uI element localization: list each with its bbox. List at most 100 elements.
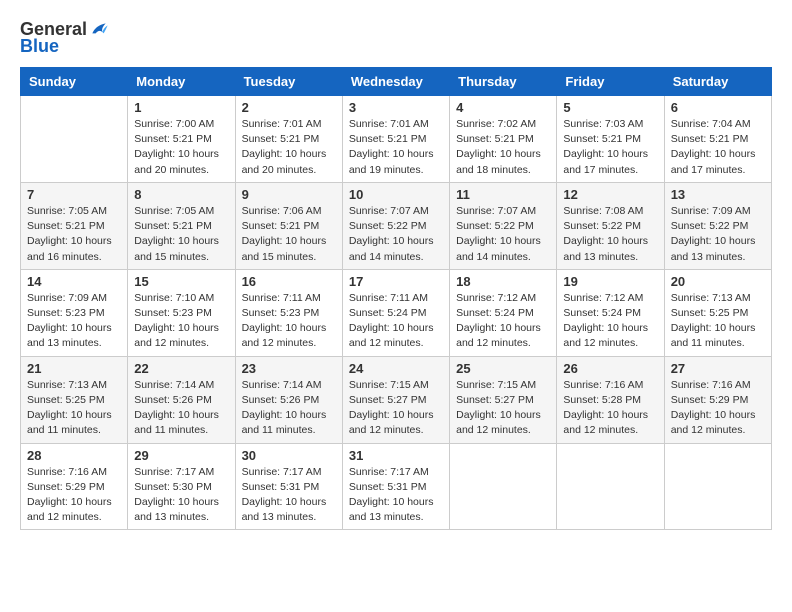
- day-info: Sunrise: 7:05 AM Sunset: 5:21 PM Dayligh…: [134, 204, 228, 265]
- day-number: 12: [563, 187, 657, 202]
- day-info: Sunrise: 7:01 AM Sunset: 5:21 PM Dayligh…: [349, 117, 443, 178]
- day-info: Sunrise: 7:14 AM Sunset: 5:26 PM Dayligh…: [134, 378, 228, 439]
- day-number: 9: [242, 187, 336, 202]
- day-number: 15: [134, 274, 228, 289]
- day-number: 19: [563, 274, 657, 289]
- calendar-cell: [450, 443, 557, 530]
- calendar-cell: 27 Sunrise: 7:16 AM Sunset: 5:29 PM Dayli…: [664, 356, 771, 443]
- day-info: Sunrise: 7:08 AM Sunset: 5:22 PM Dayligh…: [563, 204, 657, 265]
- day-info: Sunrise: 7:14 AM Sunset: 5:26 PM Dayligh…: [242, 378, 336, 439]
- day-number: 6: [671, 100, 765, 115]
- day-info: Sunrise: 7:12 AM Sunset: 5:24 PM Dayligh…: [456, 291, 550, 352]
- calendar-cell: 2Sunrise: 7:01 AM Sunset: 5:21 PM Daylig…: [235, 96, 342, 183]
- day-info: Sunrise: 7:02 AM Sunset: 5:21 PM Dayligh…: [456, 117, 550, 178]
- day-info: Sunrise: 7:17 AM Sunset: 5:31 PM Dayligh…: [349, 465, 443, 526]
- calendar-cell: 24 Sunrise: 7:15 AM Sunset: 5:27 PM Dayli…: [342, 356, 449, 443]
- day-number: 29: [134, 448, 228, 463]
- calendar-cell: 16Sunrise: 7:11 AM Sunset: 5:23 PM Dayli…: [235, 269, 342, 356]
- day-info: Sunrise: 7:16 AM Sunset: 5:29 PM Dayligh…: [27, 465, 121, 526]
- day-number: 3: [349, 100, 443, 115]
- day-info: Sunrise: 7:06 AM Sunset: 5:21 PM Dayligh…: [242, 204, 336, 265]
- calendar-cell: 17 Sunrise: 7:11 AM Sunset: 5:24 PM Dayli…: [342, 269, 449, 356]
- calendar-cell: [557, 443, 664, 530]
- logo: General Blue: [20, 20, 109, 57]
- day-info: Sunrise: 7:15 AM Sunset: 5:27 PM Dayligh…: [349, 378, 443, 439]
- weekday-header-thursday: Thursday: [450, 68, 557, 96]
- day-number: 2: [242, 100, 336, 115]
- day-number: 23: [242, 361, 336, 376]
- day-number: 13: [671, 187, 765, 202]
- day-number: 5: [563, 100, 657, 115]
- day-number: 14: [27, 274, 121, 289]
- day-number: 18: [456, 274, 550, 289]
- calendar-week-row: 21 Sunrise: 7:13 AM Sunset: 5:25 PM Dayli…: [21, 356, 772, 443]
- calendar-cell: 6 Sunrise: 7:04 AM Sunset: 5:21 PM Daylig…: [664, 96, 771, 183]
- day-number: 27: [671, 361, 765, 376]
- day-info: Sunrise: 7:13 AM Sunset: 5:25 PM Dayligh…: [671, 291, 765, 352]
- day-number: 10: [349, 187, 443, 202]
- calendar-cell: 22 Sunrise: 7:14 AM Sunset: 5:26 PM Dayli…: [128, 356, 235, 443]
- day-number: 16: [242, 274, 336, 289]
- day-number: 8: [134, 187, 228, 202]
- calendar-header-row: SundayMondayTuesdayWednesdayThursdayFrid…: [21, 68, 772, 96]
- page-header: General Blue: [20, 20, 772, 57]
- day-info: Sunrise: 7:12 AM Sunset: 5:24 PM Dayligh…: [563, 291, 657, 352]
- calendar-cell: 23 Sunrise: 7:14 AM Sunset: 5:26 PM Dayli…: [235, 356, 342, 443]
- calendar-week-row: 1 Sunrise: 7:00 AM Sunset: 5:21 PM Daylig…: [21, 96, 772, 183]
- calendar-cell: 28 Sunrise: 7:16 AM Sunset: 5:29 PM Dayli…: [21, 443, 128, 530]
- calendar-cell: 31 Sunrise: 7:17 AM Sunset: 5:31 PM Dayli…: [342, 443, 449, 530]
- weekday-header-monday: Monday: [128, 68, 235, 96]
- day-info: Sunrise: 7:07 AM Sunset: 5:22 PM Dayligh…: [349, 204, 443, 265]
- calendar-cell: 9 Sunrise: 7:06 AM Sunset: 5:21 PM Daylig…: [235, 182, 342, 269]
- calendar-cell: 7Sunrise: 7:05 AM Sunset: 5:21 PM Daylig…: [21, 182, 128, 269]
- day-number: 4: [456, 100, 550, 115]
- calendar-cell: [664, 443, 771, 530]
- calendar-table: SundayMondayTuesdayWednesdayThursdayFrid…: [20, 67, 772, 530]
- calendar-cell: 13 Sunrise: 7:09 AM Sunset: 5:22 PM Dayli…: [664, 182, 771, 269]
- day-info: Sunrise: 7:16 AM Sunset: 5:29 PM Dayligh…: [671, 378, 765, 439]
- calendar-week-row: 28 Sunrise: 7:16 AM Sunset: 5:29 PM Dayli…: [21, 443, 772, 530]
- day-info: Sunrise: 7:17 AM Sunset: 5:31 PM Dayligh…: [242, 465, 336, 526]
- weekday-header-friday: Friday: [557, 68, 664, 96]
- calendar-cell: 4 Sunrise: 7:02 AM Sunset: 5:21 PM Daylig…: [450, 96, 557, 183]
- weekday-header-sunday: Sunday: [21, 68, 128, 96]
- day-number: 30: [242, 448, 336, 463]
- weekday-header-saturday: Saturday: [664, 68, 771, 96]
- day-info: Sunrise: 7:04 AM Sunset: 5:21 PM Dayligh…: [671, 117, 765, 178]
- calendar-cell: 25Sunrise: 7:15 AM Sunset: 5:27 PM Dayli…: [450, 356, 557, 443]
- day-number: 26: [563, 361, 657, 376]
- calendar-week-row: 14Sunrise: 7:09 AM Sunset: 5:23 PM Dayli…: [21, 269, 772, 356]
- day-number: 17: [349, 274, 443, 289]
- calendar-cell: 12 Sunrise: 7:08 AM Sunset: 5:22 PM Dayli…: [557, 182, 664, 269]
- day-info: Sunrise: 7:10 AM Sunset: 5:23 PM Dayligh…: [134, 291, 228, 352]
- calendar-cell: 18 Sunrise: 7:12 AM Sunset: 5:24 PM Dayli…: [450, 269, 557, 356]
- calendar-cell: 3 Sunrise: 7:01 AM Sunset: 5:21 PM Daylig…: [342, 96, 449, 183]
- calendar-cell: 29 Sunrise: 7:17 AM Sunset: 5:30 PM Dayli…: [128, 443, 235, 530]
- calendar-week-row: 7Sunrise: 7:05 AM Sunset: 5:21 PM Daylig…: [21, 182, 772, 269]
- calendar-cell: 26 Sunrise: 7:16 AM Sunset: 5:28 PM Dayli…: [557, 356, 664, 443]
- weekday-header-tuesday: Tuesday: [235, 68, 342, 96]
- day-info: Sunrise: 7:05 AM Sunset: 5:21 PM Dayligh…: [27, 204, 121, 265]
- calendar-cell: 8 Sunrise: 7:05 AM Sunset: 5:21 PM Daylig…: [128, 182, 235, 269]
- day-info: Sunrise: 7:11 AM Sunset: 5:24 PM Dayligh…: [349, 291, 443, 352]
- calendar-cell: 11Sunrise: 7:07 AM Sunset: 5:22 PM Dayli…: [450, 182, 557, 269]
- calendar-cell: [21, 96, 128, 183]
- day-number: 31: [349, 448, 443, 463]
- day-info: Sunrise: 7:00 AM Sunset: 5:21 PM Dayligh…: [134, 117, 228, 178]
- day-number: 20: [671, 274, 765, 289]
- weekday-header-wednesday: Wednesday: [342, 68, 449, 96]
- day-info: Sunrise: 7:17 AM Sunset: 5:30 PM Dayligh…: [134, 465, 228, 526]
- day-info: Sunrise: 7:13 AM Sunset: 5:25 PM Dayligh…: [27, 378, 121, 439]
- day-info: Sunrise: 7:09 AM Sunset: 5:22 PM Dayligh…: [671, 204, 765, 265]
- day-number: 24: [349, 361, 443, 376]
- calendar-cell: 1 Sunrise: 7:00 AM Sunset: 5:21 PM Daylig…: [128, 96, 235, 183]
- day-number: 21: [27, 361, 121, 376]
- logo-bird-icon: [89, 20, 109, 40]
- day-info: Sunrise: 7:16 AM Sunset: 5:28 PM Dayligh…: [563, 378, 657, 439]
- day-info: Sunrise: 7:03 AM Sunset: 5:21 PM Dayligh…: [563, 117, 657, 178]
- day-number: 1: [134, 100, 228, 115]
- calendar-cell: 15 Sunrise: 7:10 AM Sunset: 5:23 PM Dayli…: [128, 269, 235, 356]
- day-number: 28: [27, 448, 121, 463]
- calendar-cell: 20 Sunrise: 7:13 AM Sunset: 5:25 PM Dayli…: [664, 269, 771, 356]
- day-number: 22: [134, 361, 228, 376]
